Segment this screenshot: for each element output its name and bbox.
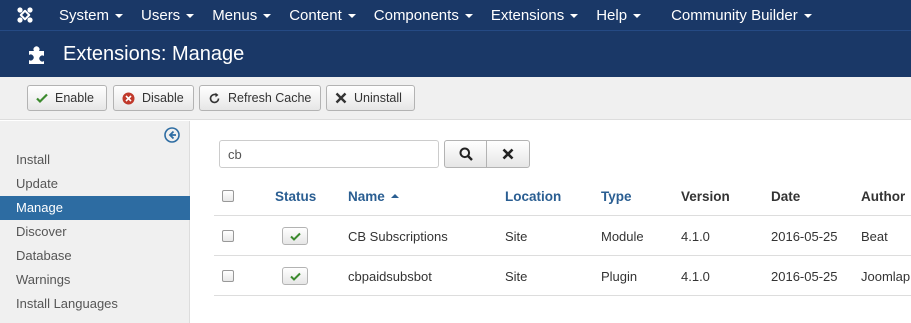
table-header: Status Name Location Type Version Date A… [214, 176, 911, 216]
sidebar-item-manage[interactable]: Manage [0, 196, 190, 220]
extension-version: 4.1.0 [681, 268, 710, 284]
caret-down-icon [186, 14, 195, 18]
extension-location: Site [505, 268, 528, 284]
search-input[interactable] [219, 140, 439, 168]
joomla-logo-icon[interactable] [0, 0, 50, 30]
table-row: CB Subscriptions Site Module 4.1.0 2016-… [214, 216, 911, 256]
menu-community-builder[interactable]: Community Builder [662, 0, 821, 30]
extension-type: Module [601, 228, 644, 244]
sidebar-item-database[interactable]: Database [0, 244, 190, 268]
puzzle-icon [26, 42, 51, 67]
toolbar: Enable Disable Refresh Cache Uninstall [0, 77, 911, 120]
status-toggle[interactable] [282, 216, 308, 256]
sort-asc-icon [390, 194, 399, 198]
sidebar-item-install-languages[interactable]: Install Languages [0, 292, 190, 316]
row-checkbox[interactable] [222, 216, 234, 256]
sidebar-item-install[interactable]: Install [0, 148, 190, 172]
sidebar-item-discover[interactable]: Discover [0, 220, 190, 244]
caret-down-icon [570, 14, 579, 18]
caret-down-icon [115, 14, 124, 18]
extension-type: Plugin [601, 268, 638, 284]
row-checkbox[interactable] [222, 256, 234, 296]
sidebar-item-warnings[interactable]: Warnings [0, 268, 190, 292]
caret-down-icon [633, 14, 642, 18]
menu-users[interactable]: Users [132, 0, 203, 30]
disable-icon [122, 92, 135, 104]
header-date: Date [771, 188, 801, 204]
header-author: Author [861, 188, 906, 204]
menu-menus[interactable]: Menus [203, 0, 280, 30]
extensions-table: Status Name Location Type Version Date A… [214, 176, 911, 296]
menu-system[interactable]: System [50, 0, 132, 30]
table-row: cbpaidsubsbot Site Plugin 4.1.0 2016-05-… [214, 256, 911, 296]
menu-components[interactable]: Components [365, 0, 482, 30]
refresh-cache-button[interactable]: Refresh Cache [199, 85, 321, 111]
refresh-icon [209, 92, 220, 103]
menu-extensions[interactable]: Extensions [482, 0, 587, 30]
search-icon [459, 147, 473, 161]
header-status[interactable]: Status [275, 176, 316, 216]
check-icon [36, 93, 48, 104]
menu-content[interactable]: Content [280, 0, 365, 30]
check-icon [289, 272, 301, 281]
extension-name: CB Subscriptions [348, 228, 448, 244]
caret-down-icon [263, 14, 272, 18]
extension-location: Site [505, 228, 528, 244]
header-version: Version [681, 188, 730, 204]
header-location[interactable]: Location [505, 176, 561, 216]
extension-date: 2016-05-25 [771, 268, 838, 284]
sidebar: Install Update Manage Discover Database … [0, 121, 190, 323]
clear-search-button[interactable] [486, 140, 530, 168]
check-icon [289, 232, 301, 241]
caret-down-icon [803, 14, 812, 18]
extension-date: 2016-05-25 [771, 228, 838, 244]
menu-help[interactable]: Help [587, 0, 650, 30]
uninstall-button[interactable]: Uninstall [326, 85, 415, 111]
page-title: Extensions: Manage [63, 42, 245, 65]
top-navbar: System Users Menus Content Components Ex… [0, 0, 911, 30]
search-button[interactable] [444, 140, 487, 168]
extension-name: cbpaidsubsbot [348, 268, 432, 284]
extension-version: 4.1.0 [681, 228, 710, 244]
page-header: Extensions: Manage [0, 30, 911, 77]
collapse-sidebar-icon[interactable] [164, 127, 180, 143]
select-all-checkbox[interactable] [222, 176, 234, 216]
close-icon [335, 92, 347, 104]
header-name[interactable]: Name [348, 176, 399, 216]
disable-button[interactable]: Disable [113, 85, 194, 111]
header-type[interactable]: Type [601, 176, 632, 216]
enable-button[interactable]: Enable [27, 85, 107, 111]
caret-down-icon [347, 14, 356, 18]
close-icon [502, 148, 514, 160]
status-toggle[interactable] [282, 256, 308, 296]
extension-author: Beat [861, 228, 888, 244]
caret-down-icon [464, 14, 473, 18]
sidebar-item-update[interactable]: Update [0, 172, 190, 196]
extension-author: Joomlap [861, 268, 911, 284]
